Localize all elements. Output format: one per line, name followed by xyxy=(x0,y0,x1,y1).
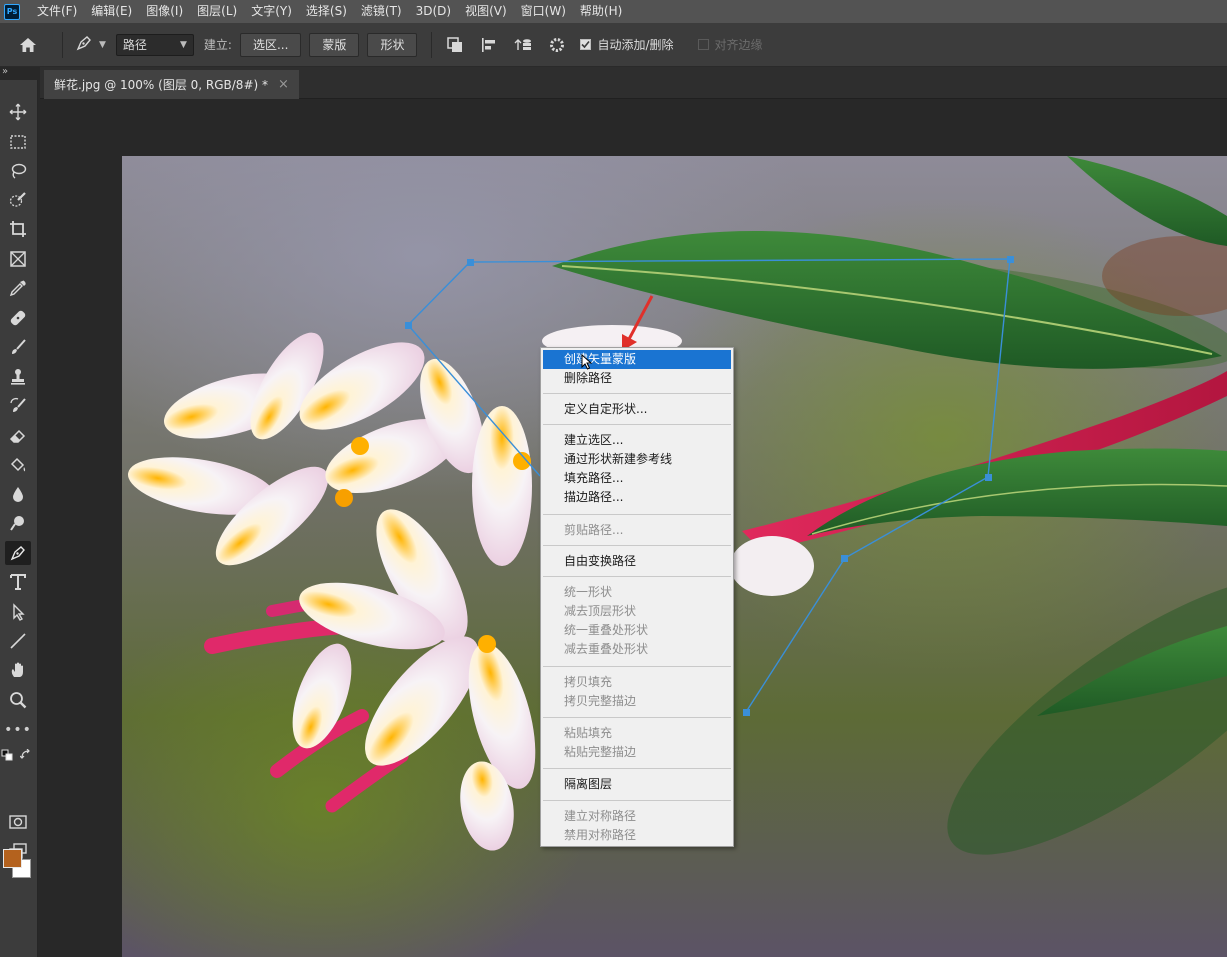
document-tab-bar: 鲜花.jpg @ 100% (图层 0, RGB/8#) * × xyxy=(40,67,1227,99)
close-icon[interactable]: × xyxy=(278,77,289,92)
chevron-down-icon: ▼ xyxy=(180,39,187,50)
menu-item-copy-fill: 拷贝填充 xyxy=(564,675,613,689)
menu-image[interactable]: 图像(I) xyxy=(139,0,190,23)
hand-tool-icon[interactable] xyxy=(5,658,31,682)
menu-item-fill-path[interactable]: 填充路径... xyxy=(543,469,731,488)
swap-colors-icon[interactable] xyxy=(18,748,34,762)
menu-window[interactable]: 窗口(W) xyxy=(514,0,573,23)
menu-separator xyxy=(543,800,731,801)
menu-item-paste-complete-stroke: 粘贴完整描边 xyxy=(564,745,637,759)
pen-tool-icon xyxy=(75,34,93,55)
pen-tool-icon[interactable] xyxy=(5,541,31,565)
blur-tool-icon[interactable] xyxy=(5,482,31,506)
photoshop-logo-icon: Ps xyxy=(4,3,20,20)
menu-item-stroke-path[interactable]: 描边路径... xyxy=(543,488,731,507)
foreground-color-swatch[interactable] xyxy=(3,849,22,868)
auto-add-delete-label: 自动添加/删除 xyxy=(597,38,674,52)
document-tab-title: 鲜花.jpg @ 100% (图层 0, RGB/8#) * xyxy=(54,78,268,92)
path-alignment-icon[interactable] xyxy=(477,33,501,57)
photoshop-window: Ps 文件(F) 编辑(E) 图像(I) 图层(L) 文字(Y) 选择(S) 滤… xyxy=(0,0,1227,957)
path-arrangement-icon[interactable] xyxy=(511,33,535,57)
eyedropper-tool-icon[interactable] xyxy=(5,276,31,300)
make-mask-button[interactable]: 蒙版 xyxy=(309,32,360,57)
line-tool-icon[interactable] xyxy=(5,629,31,653)
document-tab[interactable]: 鲜花.jpg @ 100% (图层 0, RGB/8#) * × xyxy=(44,70,299,99)
align-edges-checkbox xyxy=(697,39,709,50)
paint-bucket-tool-icon[interactable] xyxy=(5,453,31,477)
menu-file[interactable]: 文件(F) xyxy=(30,0,84,23)
menu-3d[interactable]: 3D(D) xyxy=(409,0,458,23)
default-colors-icon[interactable] xyxy=(0,748,14,762)
type-tool-icon[interactable] xyxy=(5,570,31,594)
gear-icon[interactable] xyxy=(545,33,569,57)
chevron-down-icon: ▼ xyxy=(99,39,106,50)
menu-separator xyxy=(543,393,731,394)
tools-panel: ••• xyxy=(0,80,38,957)
divider xyxy=(62,31,63,58)
panel-collapse-icon[interactable]: » xyxy=(2,66,8,77)
menu-item-define-custom-shape[interactable]: 定义自定形状... xyxy=(543,400,731,419)
menu-separator xyxy=(543,424,731,425)
make-label: 建立: xyxy=(203,38,232,52)
menu-help[interactable]: 帮助(H) xyxy=(573,0,629,23)
brush-tool-icon[interactable] xyxy=(5,335,31,359)
quick-mask-icon[interactable] xyxy=(5,810,31,834)
frame-tool-icon[interactable] xyxy=(5,247,31,271)
menu-view[interactable]: 视图(V) xyxy=(458,0,514,23)
options-bar: ▼ 路径 ▼ 建立: 选区... 蒙版 形状 自动添加/删除 对齐边缘 xyxy=(0,23,1227,67)
marquee-tool-icon[interactable] xyxy=(5,130,31,154)
quick-selection-tool-icon[interactable] xyxy=(5,188,31,212)
make-shape-button[interactable]: 形状 xyxy=(367,32,418,57)
eraser-tool-icon[interactable] xyxy=(5,424,31,448)
align-edges-label: 对齐边缘 xyxy=(714,38,763,52)
mode-select-value: 路径 xyxy=(122,38,147,52)
make-selection-button[interactable]: 选区... xyxy=(239,32,302,57)
crop-tool-icon[interactable] xyxy=(5,217,31,241)
menu-item-new-guides-from-shape[interactable]: 通过形状新建参考线 xyxy=(543,450,731,469)
home-icon[interactable] xyxy=(18,37,38,53)
lasso-tool-icon[interactable] xyxy=(5,159,31,183)
menu-item-make-symmetry-path: 建立对称路径 xyxy=(564,809,637,823)
menu-item-create-vector-mask[interactable]: 创建矢量蒙版 xyxy=(543,350,731,369)
menu-item-free-transform-path[interactable]: 自由变换路径 xyxy=(543,552,731,571)
menu-bar: Ps 文件(F) 编辑(E) 图像(I) 图层(L) 文字(Y) 选择(S) 滤… xyxy=(0,0,1227,23)
menu-item-clipping-path: 剪贴路径... xyxy=(564,523,624,537)
clone-stamp-tool-icon[interactable] xyxy=(5,365,31,389)
menu-item-unite-shapes: 统一形状 xyxy=(564,585,613,599)
dodge-tool-icon[interactable] xyxy=(5,511,31,535)
menu-separator xyxy=(543,576,731,577)
menu-item-subtract-overlapping-shapes: 减去重叠处形状 xyxy=(564,642,649,656)
more-tools-icon[interactable]: ••• xyxy=(4,718,31,742)
menu-type[interactable]: 文字(Y) xyxy=(244,0,299,23)
zoom-tool-icon[interactable] xyxy=(5,688,31,712)
path-operations-icon[interactable] xyxy=(443,33,467,57)
menu-item-copy-complete-stroke: 拷贝完整描边 xyxy=(564,694,637,708)
menu-separator xyxy=(543,514,731,515)
move-tool-icon[interactable] xyxy=(5,100,31,124)
mouse-cursor-icon xyxy=(581,353,593,374)
menu-item-disable-symmetry-path: 禁用对称路径 xyxy=(564,828,637,842)
menu-separator xyxy=(543,717,731,718)
menu-separator xyxy=(543,545,731,546)
menu-select[interactable]: 选择(S) xyxy=(299,0,354,23)
mode-select[interactable]: 路径 ▼ xyxy=(115,33,194,56)
healing-brush-tool-icon[interactable] xyxy=(5,306,31,330)
menu-item-unite-overlapping-shapes: 统一重叠处形状 xyxy=(564,623,649,637)
menu-item-isolate-layers[interactable]: 隔离图层 xyxy=(543,775,731,794)
path-selection-tool-icon[interactable] xyxy=(5,600,31,624)
history-brush-tool-icon[interactable] xyxy=(5,394,31,418)
menu-item-subtract-front-shape: 减去顶层形状 xyxy=(564,604,637,618)
auto-add-delete-checkbox[interactable] xyxy=(580,39,592,50)
divider xyxy=(431,31,433,58)
menu-separator xyxy=(543,666,731,667)
menu-item-delete-path[interactable]: 删除路径 xyxy=(543,369,731,388)
menu-filter[interactable]: 滤镜(T) xyxy=(354,0,409,23)
menu-item-make-selection[interactable]: 建立选区... xyxy=(543,431,731,450)
menu-item-paste-fill: 粘贴填充 xyxy=(564,726,613,740)
menu-edit[interactable]: 编辑(E) xyxy=(84,0,139,23)
menu-layer[interactable]: 图层(L) xyxy=(190,0,244,23)
path-context-menu: 创建矢量蒙版 删除路径 定义自定形状... 建立选区... 通过形状新建参考线 … xyxy=(540,347,734,847)
tool-preset-picker[interactable]: ▼ xyxy=(75,34,106,55)
menu-separator xyxy=(543,768,731,769)
